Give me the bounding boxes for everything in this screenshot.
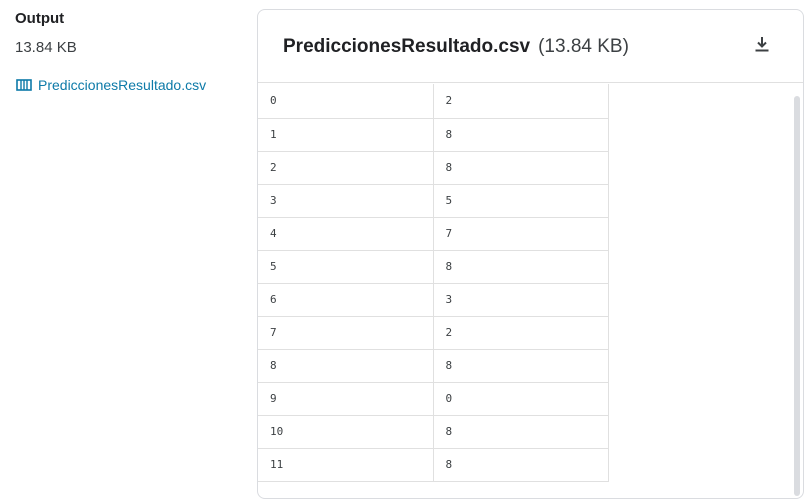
table-cell-index: 3 [258, 184, 434, 218]
table-row: 88 [258, 349, 609, 383]
table-cell-index: 8 [258, 349, 434, 383]
table-cell-index: 10 [258, 415, 434, 449]
table-cell-value: 3 [433, 283, 609, 317]
output-title: Output [15, 10, 65, 27]
output-file-link[interactable]: PrediccionesResultado.csv [16, 77, 206, 93]
table-cell-value: 8 [433, 250, 609, 284]
table-cell-value: 8 [433, 349, 609, 383]
table-row: 47 [258, 217, 609, 251]
output-sidebar: Output 13.84 KB PrediccionesResultado.cs… [0, 0, 250, 484]
table-icon [16, 78, 32, 92]
table-cell-index: 1 [258, 118, 434, 152]
download-icon [753, 35, 771, 58]
csv-table: 0 2 1 8 2 8 3 5 4 7 5 8 6 3 7 2 8 8 9 0 10 8 11 8 [258, 84, 609, 482]
table-row: 18 [258, 118, 609, 152]
file-preview-title: PrediccionesResultado.csv (13.84 KB) [283, 36, 629, 58]
table-cell-index: 0 [258, 84, 434, 119]
table-row: 90 [258, 382, 609, 416]
table-row: 28 [258, 151, 609, 185]
table-row: 72 [258, 316, 609, 350]
csv-table-container[interactable]: 0 2 1 8 2 8 3 5 4 7 5 8 6 3 7 2 8 8 9 0 10 8 11 8 [258, 84, 803, 498]
table-cell-value: 0 [433, 382, 609, 416]
table-cell-value: 8 [433, 448, 609, 482]
table-cell-index: 6 [258, 283, 434, 317]
table-cell-index: 4 [258, 217, 434, 251]
table-cell-value: 7 [433, 217, 609, 251]
download-button[interactable] [751, 35, 773, 57]
table-cell-index: 7 [258, 316, 434, 350]
table-row: 58 [258, 250, 609, 284]
file-preview-header: PrediccionesResultado.csv (13.84 KB) [258, 10, 803, 83]
table-cell-index: 9 [258, 382, 434, 416]
table-cell-value: 2 [433, 84, 609, 119]
table-cell-index: 5 [258, 250, 434, 284]
output-size: 13.84 KB [15, 39, 77, 56]
table-cell-value: 8 [433, 118, 609, 152]
table-row: 10 8 [258, 415, 609, 449]
file-preview-size: (13.84 KB) [538, 36, 629, 57]
table-cell-value: 2 [433, 316, 609, 350]
table-cell-index: 2 [258, 151, 434, 185]
table-row: 02 [258, 84, 609, 119]
file-preview-filename: PrediccionesResultado.csv [283, 36, 531, 57]
table-cell-value: 8 [433, 151, 609, 185]
table-cell-index: 11 [258, 448, 434, 482]
table-row: 63 [258, 283, 609, 317]
table-row: 11 8 [258, 448, 609, 482]
table-row: 35 [258, 184, 609, 218]
table-cell-value: 8 [433, 415, 609, 449]
output-file-link-label: PrediccionesResultado.csv [38, 77, 207, 93]
table-cell-value: 5 [433, 184, 609, 218]
file-preview-panel: PrediccionesResultado.csv (13.84 KB) 021… [257, 9, 804, 499]
vertical-scrollbar[interactable] [794, 96, 800, 496]
